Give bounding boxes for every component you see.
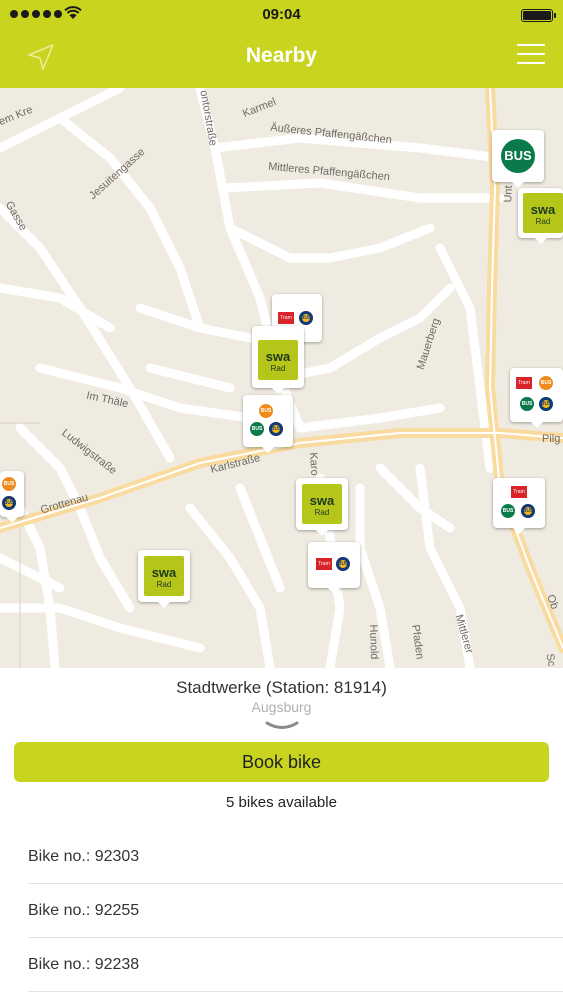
status-bar: 09:04: [0, 0, 563, 30]
bus-icon: BUS: [299, 311, 313, 325]
tram-icon: Tram: [516, 377, 532, 389]
list-item[interactable]: Bike no.: 92238: [28, 938, 563, 992]
list-item[interactable]: Bike no.: 92303: [28, 830, 563, 884]
street-label: Karo: [306, 451, 321, 477]
swa-rad-icon: swa Rad: [258, 340, 298, 380]
tram-icon: Tram: [511, 486, 527, 498]
bus-icon: BUS: [539, 397, 553, 411]
swa-rad-icon: swa Rad: [523, 193, 563, 233]
bike-list: Bike no.: 92303 Bike no.: 92255 Bike no.…: [0, 830, 563, 992]
street-label: Sc: [543, 652, 558, 668]
bus-stop-marker[interactable]: BUS BUS: [0, 471, 24, 523]
map-view[interactable]: Äußeres Pfaffengäßchen Mittleres Pfaffen…: [0, 88, 563, 668]
bus-icon: BUS: [521, 504, 535, 518]
swa-rad-icon: swa Rad: [144, 556, 184, 596]
bike-number: Bike no.: 92303: [28, 848, 140, 865]
sheet-handle-chevron-icon[interactable]: [265, 720, 299, 730]
page-title: Nearby: [245, 44, 318, 67]
station-name: Stadtwerke (Station: 81914): [176, 678, 387, 697]
nav-bar: 09:04 Nearby: [0, 0, 563, 88]
swa-rad-icon: swa Rad: [302, 484, 342, 524]
transit-stop-marker[interactable]: Tram BUS BUS BUS: [510, 368, 563, 428]
transit-stop-marker[interactable]: Tram BUS: [308, 542, 360, 594]
bike-station-marker[interactable]: swa Rad: [252, 326, 304, 394]
tram-icon: Tram: [316, 558, 332, 570]
transit-stop-marker[interactable]: Tram BUS BUS: [493, 478, 545, 534]
bus-icon: BUS: [2, 477, 16, 491]
bus-icon: BUS: [336, 557, 350, 571]
bus-icon: BUS: [259, 404, 273, 418]
bus-icon: BUS: [269, 422, 283, 436]
bus-stop-marker[interactable]: BUS: [492, 130, 544, 188]
bus-icon: BUS: [250, 422, 264, 436]
bus-icon: BUS: [520, 397, 534, 411]
bike-station-marker[interactable]: swa Rad: [138, 550, 190, 608]
bikes-available-count: 5 bikes available: [226, 794, 337, 811]
bus-icon: BUS: [2, 496, 16, 510]
list-item[interactable]: Bike no.: 92255: [28, 884, 563, 938]
tram-icon: Tram: [278, 312, 294, 324]
bike-number: Bike no.: 92255: [28, 902, 140, 919]
battery-icon: [521, 9, 556, 22]
street-label: Hunold: [366, 624, 381, 660]
bike-station-marker[interactable]: swa Rad: [296, 478, 348, 536]
station-detail-sheet: Stadtwerke (Station: 81914) Augsburg Boo…: [0, 668, 563, 1000]
bike-station-marker[interactable]: swa Rad: [518, 188, 563, 244]
book-bike-button[interactable]: Book bike: [14, 742, 549, 782]
bus-icon: BUS: [501, 139, 535, 173]
street-label: Pilg: [542, 433, 561, 445]
status-time: 09:04: [262, 6, 301, 23]
bus-icon: BUS: [539, 376, 553, 390]
bus-stop-marker[interactable]: BUS BUS BUS: [243, 395, 293, 453]
bus-icon: BUS: [501, 504, 515, 518]
station-city: Augsburg: [251, 699, 312, 715]
hamburger-menu-icon[interactable]: [517, 44, 545, 66]
bike-number: Bike no.: 92238: [28, 956, 140, 973]
